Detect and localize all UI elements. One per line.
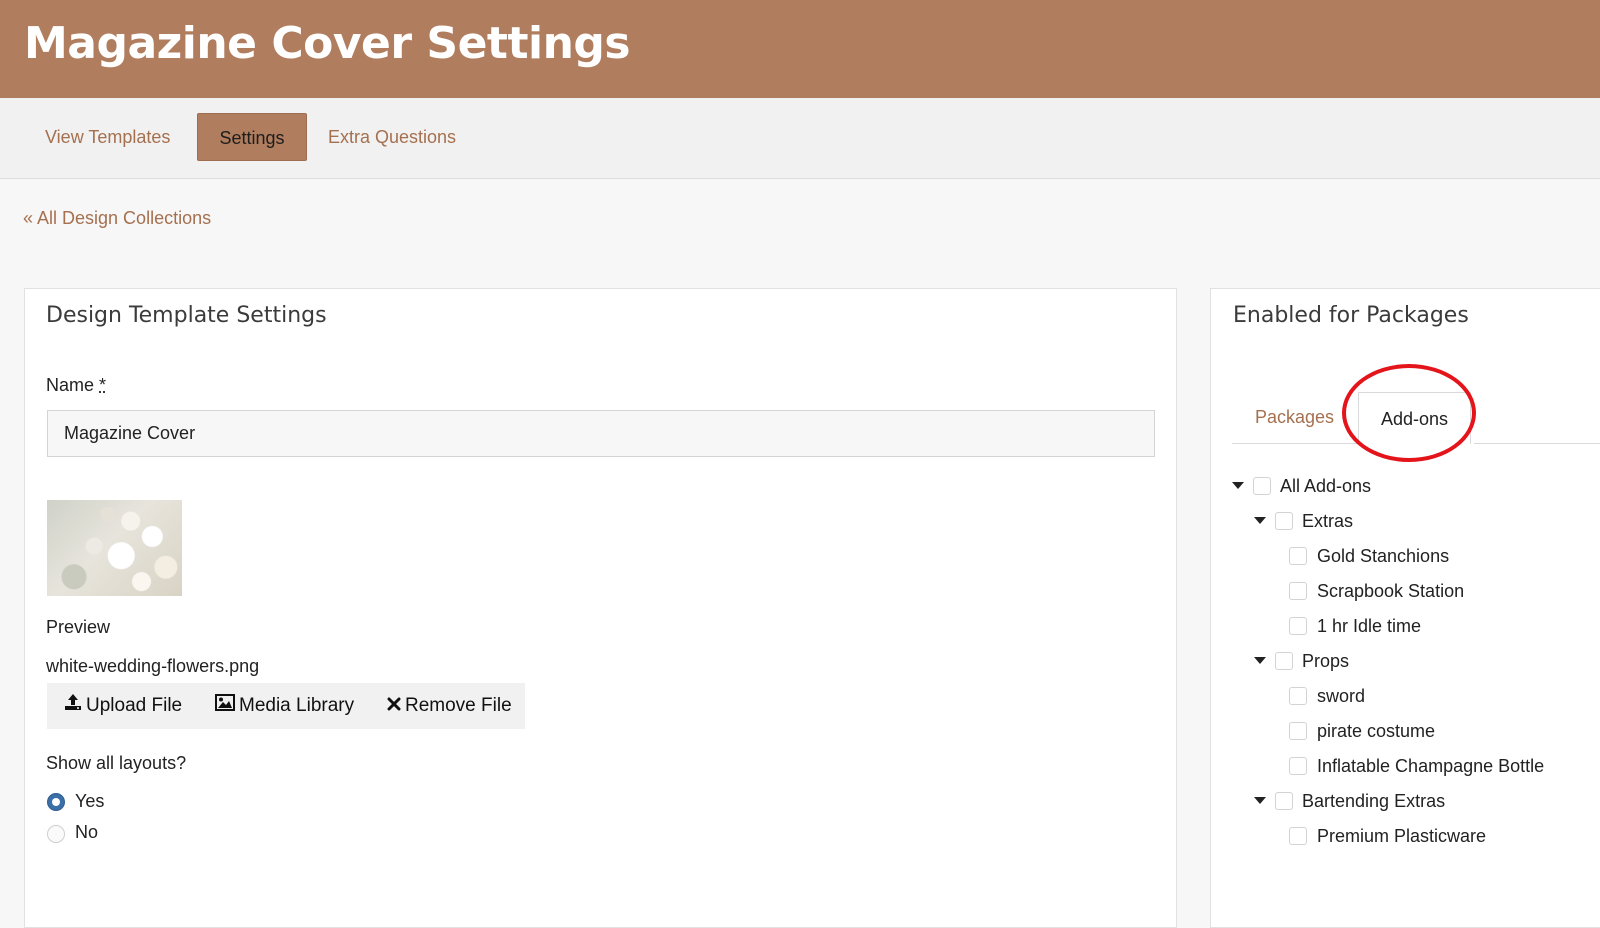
- caret-down-icon[interactable]: [1254, 657, 1266, 664]
- tree-item-label: Props: [1302, 651, 1350, 671]
- tree-item-label: All Add-ons: [1280, 476, 1372, 496]
- tree-item-label: sword: [1317, 686, 1366, 706]
- required-mark: *: [99, 375, 107, 395]
- tab-bar: View Templates Settings Extra Questions: [0, 98, 1600, 179]
- tab-view-templates[interactable]: View Templates: [24, 113, 191, 161]
- tab-extra-questions[interactable]: Extra Questions: [307, 113, 477, 161]
- tree-item-label: Scrapbook Station: [1317, 581, 1465, 601]
- radio-yes[interactable]: [47, 793, 65, 811]
- radio-yes-label: Yes: [75, 791, 105, 811]
- tab-underline: [1474, 443, 1600, 444]
- breadcrumb-all-design-collections[interactable]: « All Design Collections: [23, 208, 211, 229]
- media-library-button[interactable]: Media Library: [215, 683, 354, 729]
- upload-file-label: Upload File: [86, 695, 183, 717]
- caret-down-icon[interactable]: [1254, 517, 1266, 524]
- checkbox-inflatable-champagne-bottle[interactable]: [1289, 757, 1307, 775]
- radio-no[interactable]: [47, 825, 65, 843]
- page-header: Magazine Cover Settings: [0, 0, 1600, 98]
- name-input[interactable]: [47, 410, 1155, 457]
- tree-item-label: Gold Stanchions: [1317, 546, 1450, 566]
- checkbox-gold-stanchions[interactable]: [1289, 547, 1307, 565]
- checkbox-premium-plasticware[interactable]: [1289, 827, 1307, 845]
- name-label-text: Name: [46, 375, 95, 395]
- checkbox-all-add-ons[interactable]: [1253, 477, 1271, 495]
- tree-item-label: pirate costume: [1317, 721, 1436, 741]
- tree-item-label: Extras: [1302, 511, 1354, 531]
- panel-title: Design Template Settings: [46, 303, 327, 328]
- radio-no-label: No: [75, 822, 99, 842]
- checkbox-idle-time[interactable]: [1289, 617, 1307, 635]
- tab-add-ons[interactable]: Add-ons: [1358, 392, 1472, 444]
- close-icon: [387, 683, 401, 729]
- remove-file-label: Remove File: [405, 695, 512, 717]
- design-template-settings-panel: Design Template Settings Name * Preview …: [24, 288, 1177, 928]
- upload-icon: [64, 683, 82, 729]
- checkbox-pirate-costume[interactable]: [1289, 722, 1307, 740]
- caret-down-icon[interactable]: [1254, 797, 1266, 804]
- tree-item-label: Premium Plasticware: [1317, 826, 1487, 846]
- checkbox-sword[interactable]: [1289, 687, 1307, 705]
- tab-underline: [1232, 443, 1358, 444]
- tab-packages[interactable]: Packages: [1255, 407, 1334, 428]
- checkbox-props[interactable]: [1275, 652, 1293, 670]
- show-layouts-label: Show all layouts?: [46, 753, 187, 773]
- checkbox-bartending-extras[interactable]: [1275, 792, 1293, 810]
- preview-label: Preview: [46, 617, 111, 637]
- media-library-label: Media Library: [239, 695, 355, 717]
- page-title: Magazine Cover Settings: [24, 18, 631, 69]
- caret-down-icon[interactable]: [1232, 482, 1244, 489]
- file-name: white-wedding-flowers.png: [46, 656, 260, 676]
- checkbox-scrapbook-station[interactable]: [1289, 582, 1307, 600]
- checkbox-extras[interactable]: [1275, 512, 1293, 530]
- preview-thumbnail: [47, 500, 182, 596]
- tree-item-label: Inflatable Champagne Bottle: [1317, 756, 1545, 776]
- upload-file-button[interactable]: Upload File: [64, 683, 182, 729]
- image-icon: [215, 683, 235, 729]
- panel-title: Enabled for Packages: [1233, 303, 1469, 328]
- tab-settings[interactable]: Settings: [197, 113, 307, 161]
- file-actions-bar: Upload File Media Library Remove File: [47, 683, 525, 729]
- tree-item-label: 1 hr Idle time: [1317, 616, 1422, 636]
- name-label: Name *: [46, 375, 106, 396]
- tree-item-label: Bartending Extras: [1302, 791, 1446, 811]
- remove-file-button[interactable]: Remove File: [387, 683, 512, 729]
